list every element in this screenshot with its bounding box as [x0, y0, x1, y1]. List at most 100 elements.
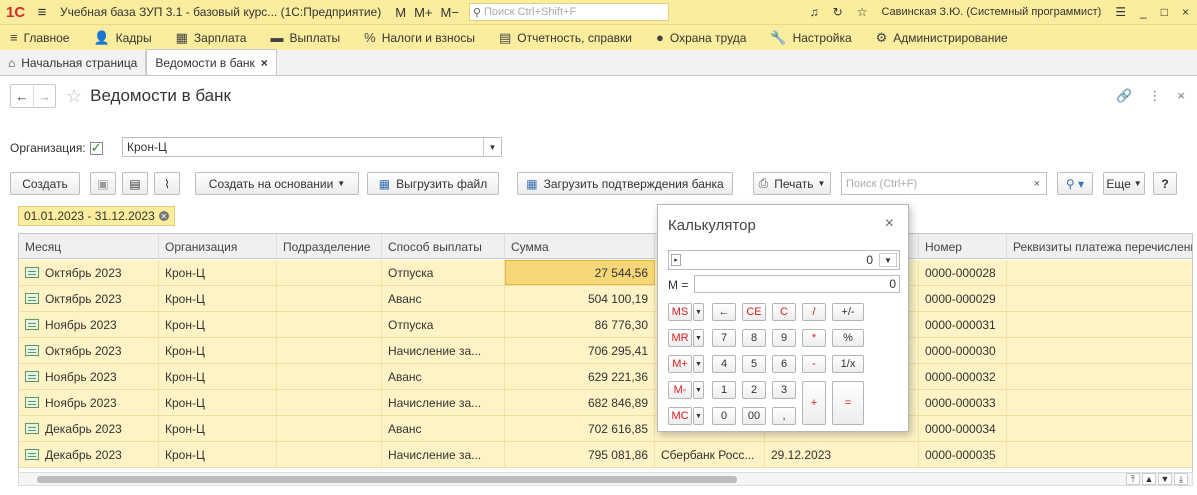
maximize-icon[interactable]: □: [1161, 5, 1168, 19]
key-4[interactable]: 4: [712, 355, 736, 373]
cell-dept[interactable]: [277, 390, 382, 415]
cell-sum[interactable]: 86 776,30: [505, 312, 655, 337]
create-button[interactable]: Создать: [10, 172, 80, 195]
cell-month[interactable]: Октябрь 2023: [19, 286, 159, 311]
copy-button[interactable]: ▣: [90, 172, 116, 195]
memory-minus-button[interactable]: M−: [440, 5, 458, 20]
cell-month[interactable]: Ноябрь 2023: [19, 364, 159, 389]
org-filter-checkbox[interactable]: [89, 140, 103, 156]
key-8[interactable]: 8: [742, 329, 766, 347]
key-divide[interactable]: /: [802, 303, 826, 321]
key-percent[interactable]: %: [832, 329, 864, 347]
cell-method[interactable]: Аванс: [382, 364, 505, 389]
cell-method[interactable]: Аванс: [382, 416, 505, 441]
chevron-down-icon[interactable]: ▼: [879, 253, 897, 267]
minimize-icon[interactable]: _: [1140, 5, 1147, 19]
cell-org[interactable]: Крон-Ц: [159, 442, 277, 467]
cell-details[interactable]: [1007, 416, 1192, 441]
table-row[interactable]: Октябрь 2023 Крон-Ц Аванс 504 100,19 0000-00…: [19, 286, 1192, 312]
cell-dept[interactable]: [277, 364, 382, 389]
settings-menu-icon[interactable]: ☰: [1115, 5, 1126, 19]
table-row[interactable]: Декабрь 2023 Крон-Ц Аванс 702 616,85 0000-00…: [19, 416, 1192, 442]
key-equals[interactable]: =: [832, 381, 864, 425]
key-0[interactable]: 0: [712, 407, 736, 425]
favorite-star-icon[interactable]: ☆: [66, 86, 82, 107]
cell-sum[interactable]: 702 616,85: [505, 416, 655, 441]
mc-dropdown-icon[interactable]: ▼: [693, 407, 704, 425]
memory-m-button[interactable]: M: [395, 5, 406, 20]
star-icon[interactable]: ☆: [857, 5, 868, 19]
cell-org[interactable]: Крон-Ц: [159, 286, 277, 311]
cell-number[interactable]: 0000-000032: [919, 364, 1007, 389]
help-button[interactable]: ?: [1153, 172, 1177, 195]
cell-org[interactable]: Крон-Ц: [159, 312, 277, 337]
cell-month[interactable]: Октябрь 2023: [19, 338, 159, 363]
cell-method[interactable]: Начисление за...: [382, 338, 505, 363]
col-method[interactable]: Способ выплаты: [382, 234, 505, 259]
cell-dept[interactable]: [277, 286, 382, 311]
table-row[interactable]: Декабрь 2023 Крон-Ц Начисление за... 795 08…: [19, 442, 1192, 468]
menu-item-main[interactable]: ≡ Главное: [10, 30, 69, 45]
col-number[interactable]: Номер: [919, 234, 1007, 259]
menu-item-settings[interactable]: 🔧 Настройка: [770, 30, 851, 46]
chevron-down-icon[interactable]: ▼: [483, 138, 501, 156]
cell-details[interactable]: [1007, 260, 1192, 285]
menu-item-hr[interactable]: 👤 Кадры: [93, 30, 151, 46]
cell-number[interactable]: 0000-000034: [919, 416, 1007, 441]
menu-item-admin[interactable]: ⚙ Администрирование: [876, 30, 1008, 46]
cell-sum[interactable]: 682 846,89: [505, 390, 655, 415]
key-3[interactable]: 3: [772, 381, 796, 399]
cell-date[interactable]: 29.12.2023: [765, 442, 919, 467]
cell-details[interactable]: [1007, 338, 1192, 363]
key-mr[interactable]: MR: [668, 329, 692, 347]
key-mc[interactable]: MC: [668, 407, 692, 425]
print-button[interactable]: ⎙ Печать ▼: [753, 172, 831, 195]
cell-dept[interactable]: [277, 260, 382, 285]
cell-dept[interactable]: [277, 338, 382, 363]
cell-number[interactable]: 0000-000028: [919, 260, 1007, 285]
col-dept[interactable]: Подразделение: [277, 234, 382, 259]
cell-sum[interactable]: 629 221,36: [505, 364, 655, 389]
key-inverse[interactable]: 1/x: [832, 355, 864, 373]
cell-month[interactable]: Октябрь 2023: [19, 260, 159, 285]
org-field[interactable]: Крон-Ц ▼: [122, 137, 502, 157]
close-form-icon[interactable]: ×: [1177, 88, 1185, 104]
cell-sum[interactable]: 706 295,41: [505, 338, 655, 363]
more-vertical-icon[interactable]: ⋮: [1148, 88, 1161, 104]
menu-item-safety[interactable]: ● Охрана труда: [656, 30, 746, 45]
key-1[interactable]: 1: [712, 381, 736, 399]
ms-dropdown-icon[interactable]: ▼: [693, 303, 704, 321]
key-7[interactable]: 7: [712, 329, 736, 347]
key-mminus[interactable]: M-: [668, 381, 692, 399]
close-icon[interactable]: ×: [261, 56, 268, 70]
key-ms[interactable]: MS: [668, 303, 692, 321]
tab-bank-statements[interactable]: Ведомости в банк ×: [146, 49, 277, 75]
cell-details[interactable]: [1007, 364, 1192, 389]
link-icon[interactable]: 🔗: [1116, 88, 1132, 104]
key-5[interactable]: 5: [742, 355, 766, 373]
mr-dropdown-icon[interactable]: ▼: [693, 329, 704, 347]
table-row[interactable]: Октябрь 2023 Крон-Ц Начисление за... 706 29…: [19, 338, 1192, 364]
key-subtract[interactable]: -: [802, 355, 826, 373]
cell-month[interactable]: Декабрь 2023: [19, 442, 159, 467]
table-row[interactable]: Ноябрь 2023 Крон-Ц Отпуска 86 776,30 0000-00…: [19, 312, 1192, 338]
cell-method[interactable]: Начисление за...: [382, 390, 505, 415]
key-6[interactable]: 6: [772, 355, 796, 373]
cell-number[interactable]: 0000-000029: [919, 286, 1007, 311]
cell-method[interactable]: Отпуска: [382, 260, 505, 285]
list-search-input[interactable]: Поиск (Ctrl+F) ×: [841, 172, 1047, 195]
left-arrow-icon[interactable]: ▸: [671, 254, 681, 266]
key-add[interactable]: +: [802, 381, 826, 425]
calculator-display[interactable]: ▸ 0 ▼: [668, 250, 900, 270]
period-filter[interactable]: 01.01.2023 - 31.12.2023 ✕: [18, 206, 175, 226]
key-mplus[interactable]: M+: [668, 355, 692, 373]
table-row[interactable]: Ноябрь 2023 Крон-Ц Начисление за... 682 846…: [19, 390, 1192, 416]
col-payment-details[interactable]: Реквизиты платежа перечисления: [1007, 234, 1192, 259]
create-based-button[interactable]: Создать на основании ▼: [195, 172, 359, 195]
cell-method[interactable]: Отпуска: [382, 312, 505, 337]
history-icon[interactable]: ↻: [833, 5, 843, 19]
memory-plus-button[interactable]: M+: [414, 5, 432, 20]
cell-number[interactable]: 0000-000033: [919, 390, 1007, 415]
table-row[interactable]: Октябрь 2023 Крон-Ц Отпуска 27 544,56 0000-0…: [19, 260, 1192, 286]
cell-sum[interactable]: 27 544,56: [505, 260, 655, 285]
